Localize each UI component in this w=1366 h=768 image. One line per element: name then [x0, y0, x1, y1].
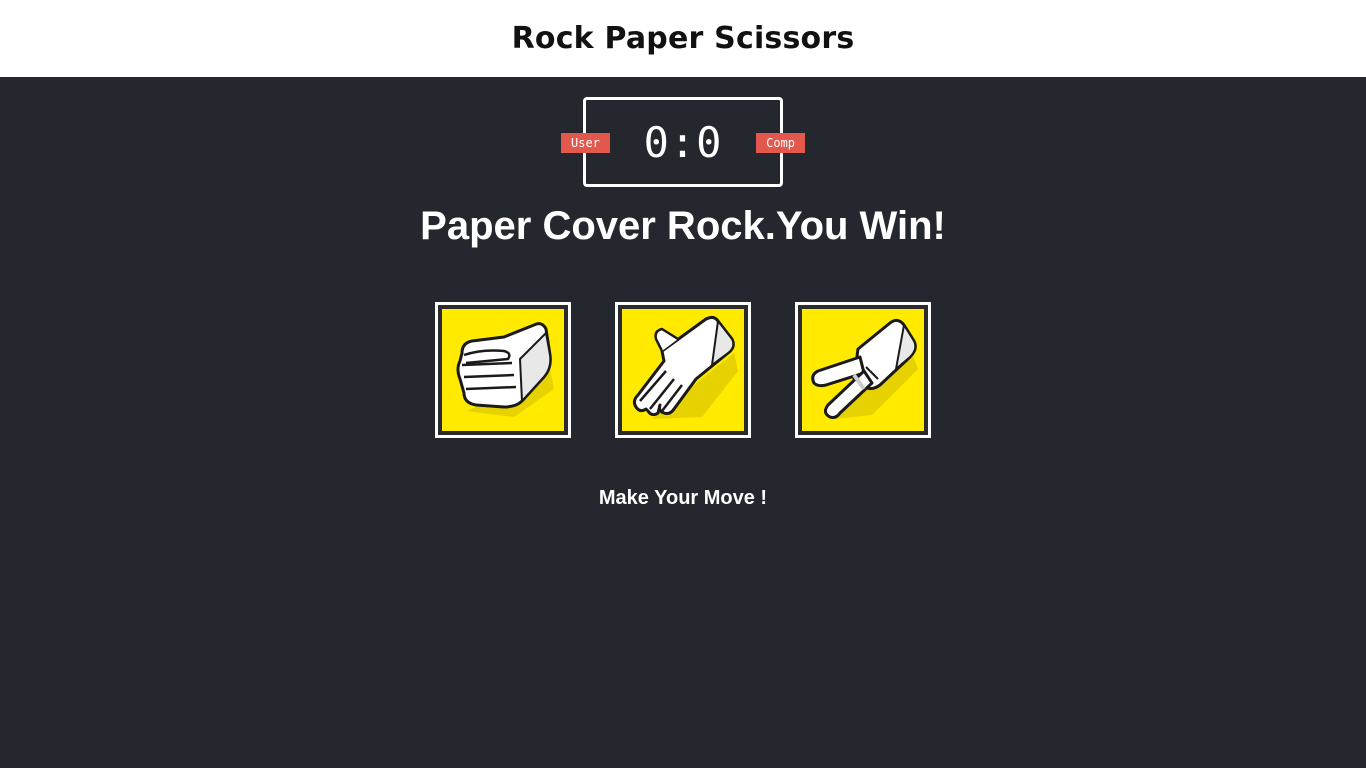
- result-message: Paper Cover Rock.You Win!: [420, 204, 946, 248]
- choices-container: [435, 302, 931, 438]
- paper-choice-button[interactable]: [615, 302, 751, 438]
- app-header: Rock Paper Scissors: [0, 0, 1366, 77]
- rock-hand-icon: [456, 322, 554, 417]
- computer-score-label: Comp: [756, 133, 805, 153]
- paper-hand-icon: [632, 315, 738, 419]
- scoreboard: User 0:0 Comp: [561, 97, 805, 187]
- scissors-hand-icon: [811, 318, 918, 419]
- action-message: Make Your Move !: [598, 487, 768, 509]
- rock-choice-button[interactable]: [435, 302, 571, 438]
- scissors-choice-button[interactable]: [795, 302, 931, 438]
- user-score-label: User: [561, 133, 610, 153]
- app-title: Rock Paper Scissors: [511, 21, 855, 56]
- score-display: 0:0: [643, 117, 723, 167]
